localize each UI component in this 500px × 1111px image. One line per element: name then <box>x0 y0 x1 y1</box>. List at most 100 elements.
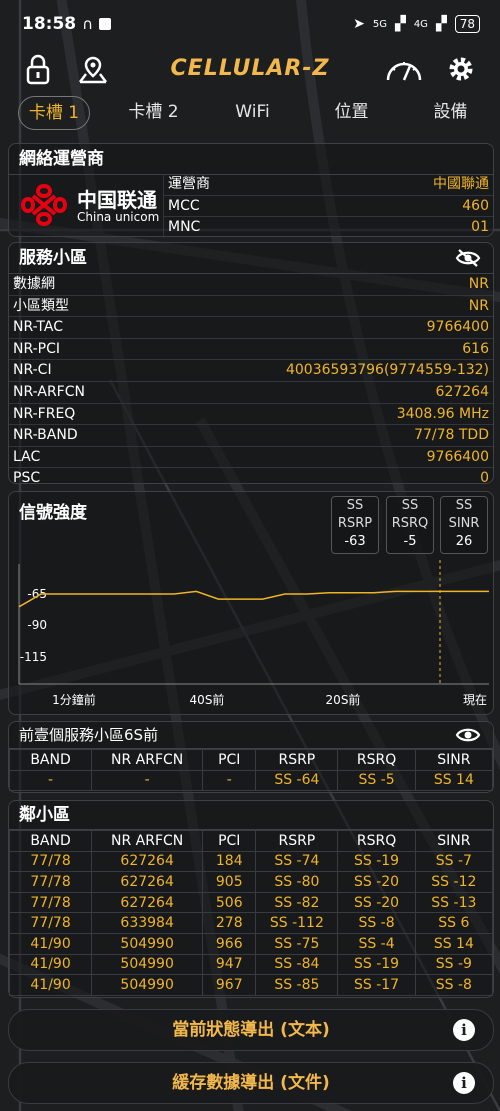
tab-wifi[interactable]: WiFi <box>203 96 302 130</box>
ss-sinr-box: SS SINR 26 <box>440 496 488 554</box>
row-label: PSC <box>13 470 41 487</box>
row-label: MNC <box>168 219 201 236</box>
serving-row: PSC 0 <box>9 468 493 489</box>
signal-chart: -65 -90 -115 1分鐘前 40S前 20S前 現在 <box>18 560 489 707</box>
header-rsrq: RSRQ <box>337 749 416 771</box>
row-value: 460 <box>462 197 489 214</box>
previous-cell-table: BAND NR ARFCN PCI RSRP RSRQ SINR - - - S… <box>8 749 494 792</box>
cell-sinr: SS -9 <box>414 953 494 976</box>
row-label: 運營商 <box>168 176 210 192</box>
tab-sim1[interactable]: 卡槽 1 <box>18 96 90 130</box>
cell-rsrq: SS -8 <box>337 912 416 934</box>
cell-rsrq: SS -20 <box>337 891 416 914</box>
eye-icon[interactable] <box>455 725 481 745</box>
row-value: 中國聯通 <box>433 176 489 192</box>
table-row: 77/78 627264 905 SS -80 SS -20 SS -12 <box>8 871 494 893</box>
cell-rsrq: SS -4 <box>337 932 416 955</box>
operator-logo: 中国联通 China unicom <box>15 180 163 230</box>
cell-band: 41/90 <box>8 953 93 976</box>
row-label: NR-TAC <box>13 319 63 336</box>
map-pin-icon[interactable] <box>76 54 110 86</box>
battery-indicator: 78 <box>454 15 480 33</box>
cell-arfcn: 504990 <box>91 974 204 996</box>
eye-off-icon[interactable] <box>455 248 481 268</box>
cell-band: 77/78 <box>8 850 93 873</box>
export-text-button[interactable]: 當前狀態導出 (文本) i <box>8 1009 494 1051</box>
headset-icon: ∩ <box>82 15 94 33</box>
box-label: SINR <box>448 516 480 531</box>
gear-icon[interactable] <box>446 54 476 84</box>
serving-row: 小區類型 NR <box>9 296 493 318</box>
tab-device[interactable]: 設備 <box>401 96 500 130</box>
previous-cell-title: 前壹個服務小區6S前 <box>9 722 493 749</box>
cell-sinr: SS 6 <box>414 912 494 934</box>
cell-arfcn: 627264 <box>91 871 204 893</box>
header-rsrp: RSRP <box>255 830 339 852</box>
signal-5g: 5G <box>372 18 388 30</box>
signal-strength-card: 信號強度 SS RSRP -63 SS RSRQ -5 SS SINR 26 -… <box>8 491 494 715</box>
box-value: -63 <box>344 534 366 549</box>
cell-rsrp: SS -75 <box>255 932 339 955</box>
export-file-button[interactable]: 緩存數據導出 (文件) i <box>8 1062 494 1104</box>
header-arfcn: NR ARFCN <box>91 749 204 771</box>
header-arfcn: NR ARFCN <box>91 830 204 852</box>
speedometer-icon[interactable] <box>384 54 424 86</box>
tab-location[interactable]: 位置 <box>302 96 401 130</box>
box-label: SS <box>401 498 419 513</box>
row-value: 616 <box>462 340 489 357</box>
signal-bars-icon: ▞ <box>435 16 447 32</box>
table-row: 41/90 504990 967 SS -85 SS -17 SS -8 <box>8 974 494 996</box>
cell-rsrq: SS -19 <box>337 953 416 976</box>
cell-pci: 184 <box>202 850 257 873</box>
row-label: NR-BAND <box>13 427 78 444</box>
cell-pci: 966 <box>202 932 257 955</box>
table-row: 41/90 504990 947 SS -84 SS -19 SS -9 <box>8 953 494 976</box>
header-sinr: SINR <box>414 830 494 852</box>
serving-cell-card: 服務小區 數據網 NR 小區類型 NR NR-TAC 9766400 NR-PCI 61… <box>8 242 494 486</box>
cell-rsrp: SS -64 <box>255 769 339 792</box>
cell-pci: 967 <box>202 974 257 996</box>
cell-band: 77/78 <box>8 871 93 893</box>
cell-sinr: SS -8 <box>414 974 494 996</box>
serving-row: NR-PCI 616 <box>9 339 493 361</box>
serving-row: NR-ARFCN 627264 <box>9 382 493 404</box>
header-pci: PCI <box>202 830 257 852</box>
y-tick-label: -90 <box>27 618 47 632</box>
cell-rsrp: SS -74 <box>255 850 339 873</box>
neighbor-cell-table: BAND NR ARFCN PCI RSRP RSRQ SINR 77/78 62… <box>8 830 494 996</box>
row-value: 77/78 TDD <box>414 427 489 444</box>
serving-cell-title-text: 服務小區 <box>19 248 87 268</box>
header-band: BAND <box>8 749 93 771</box>
tab-sim2[interactable]: 卡槽 2 <box>104 96 203 130</box>
table-header-row: BAND NR ARFCN PCI RSRP RSRQ SINR <box>8 749 494 771</box>
cell-band: 41/90 <box>8 974 93 996</box>
cell-arfcn: - <box>91 769 204 792</box>
cell-pci: 506 <box>202 891 257 914</box>
info-icon[interactable]: i <box>453 1072 475 1094</box>
logo-text-en: China unicom <box>77 210 160 224</box>
cell-band: 77/78 <box>8 891 93 914</box>
lock-icon[interactable] <box>24 54 52 86</box>
x-tick-label: 20S前 <box>326 692 361 707</box>
location-arrow-icon: ➤ <box>353 16 365 32</box>
row-label: LAC <box>13 448 41 465</box>
cell-arfcn: 504990 <box>91 932 204 955</box>
row-value: 9766400 <box>426 319 489 336</box>
export-text-label: 當前狀態導出 (文本) <box>172 1020 330 1040</box>
y-tick-label: -115 <box>20 650 47 664</box>
cell-rsrq: SS -17 <box>337 974 416 996</box>
signal-title: 信號強度 <box>19 503 87 523</box>
info-icon[interactable]: i <box>453 1019 475 1041</box>
cell-band: - <box>8 769 93 792</box>
table-row: - - - SS -64 SS -5 SS 14 <box>8 769 494 792</box>
row-value: 9766400 <box>426 448 489 465</box>
ss-rsrp-box: SS RSRP -63 <box>331 496 379 554</box>
cell-pci: 905 <box>202 871 257 893</box>
app-title: CELLULAR-Z <box>170 56 330 81</box>
serving-cell-rows: 數據網 NR 小區類型 NR NR-TAC 9766400 NR-PCI 616 NR-… <box>9 274 493 489</box>
cell-sinr: SS 14 <box>414 932 494 955</box>
previous-cell-title-text: 前壹個服務小區6S前 <box>19 726 159 744</box>
ss-rsrq-box: SS RSRQ -5 <box>386 496 434 554</box>
operator-card-title: 網絡運營商 <box>9 144 493 175</box>
unicom-knot-icon <box>20 183 68 227</box>
